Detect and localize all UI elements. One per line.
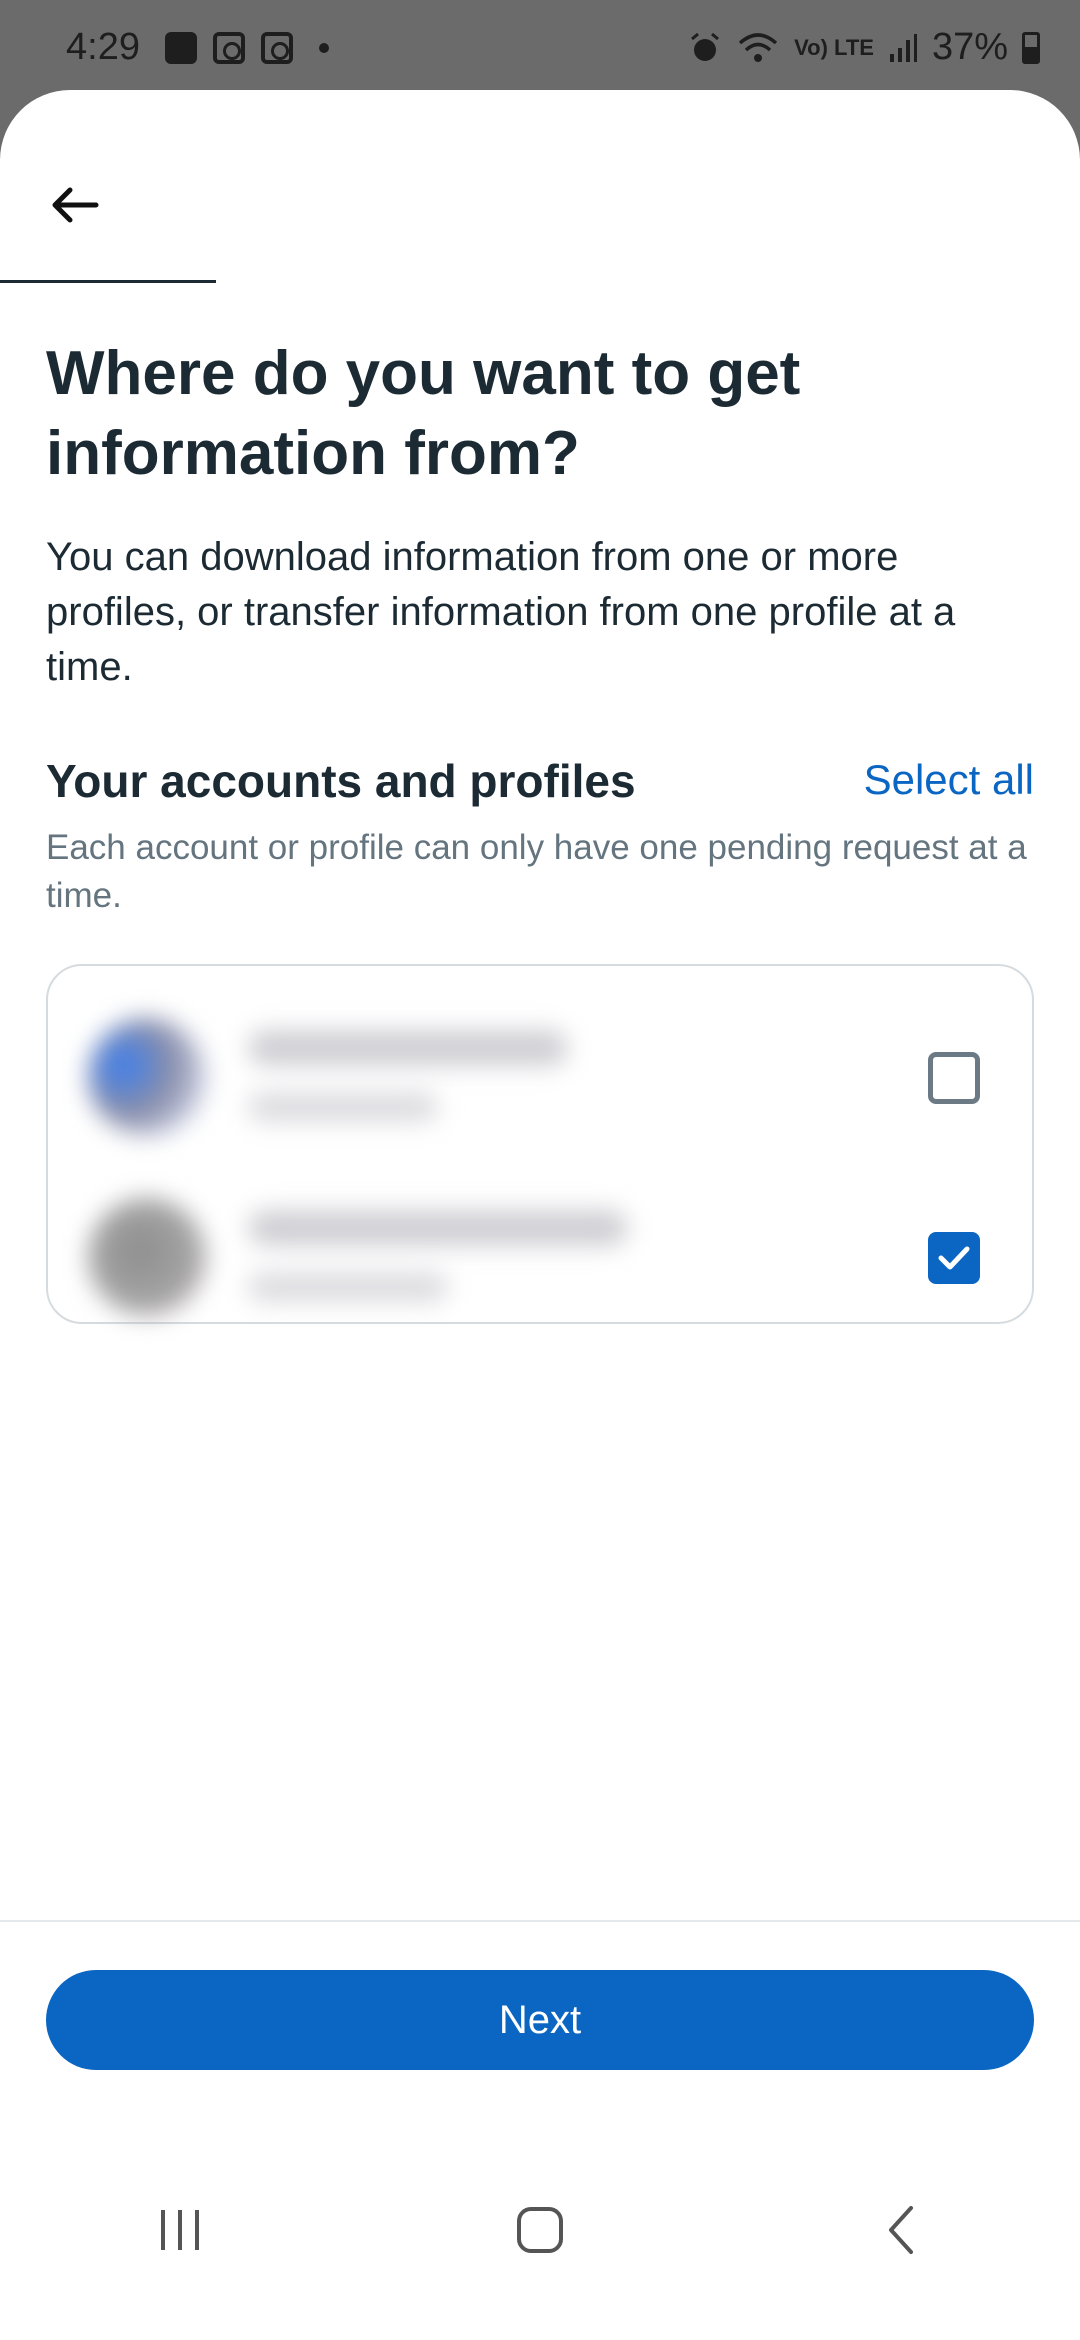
select-all-link[interactable]: Select all — [864, 756, 1034, 804]
account-type-redacted — [248, 1272, 448, 1302]
back-icon — [889, 2206, 913, 2254]
status-bar: 4:29 Vo) LTE 37% — [0, 0, 1080, 100]
page-title: Where do you want to get information fro… — [46, 339, 801, 488]
account-name-redacted — [248, 1210, 628, 1246]
account-row[interactable] — [48, 1160, 1032, 1320]
recents-button[interactable] — [120, 2190, 240, 2270]
system-nav-bar — [0, 2120, 1080, 2340]
footer-divider — [0, 1920, 1080, 1922]
account-row[interactable] — [48, 980, 1032, 1140]
account-type-redacted — [248, 1092, 438, 1122]
avatar — [88, 1198, 206, 1316]
back-button[interactable] — [40, 170, 110, 240]
arrow-left-icon — [52, 187, 99, 223]
system-icons: Vo) LTE 37% — [688, 26, 1040, 69]
wifi-icon — [738, 32, 778, 62]
network-type: Vo) LTE — [794, 34, 874, 60]
account-name-redacted — [248, 1030, 568, 1066]
status-time: 4:29 — [66, 26, 140, 68]
section-title: Your accounts and profiles — [46, 755, 636, 807]
battery-percent: 37% — [931, 26, 1008, 68]
alarm-icon — [691, 32, 720, 61]
account-checkbox-checked[interactable] — [928, 1232, 980, 1284]
home-button[interactable] — [480, 2190, 600, 2270]
gallery-icon — [165, 32, 197, 64]
next-button[interactable]: Next — [46, 1970, 1034, 2070]
home-icon — [517, 2207, 563, 2253]
more-notifications-icon — [319, 43, 329, 53]
accounts-list — [46, 964, 1034, 1324]
system-back-button[interactable] — [840, 2190, 960, 2270]
signal-icon — [889, 33, 917, 62]
recents-icon — [161, 2210, 199, 2250]
notification-icons — [165, 32, 329, 64]
account-checkbox-unchecked[interactable] — [928, 1052, 980, 1104]
progress-indicator — [0, 280, 216, 283]
checkmark-icon — [938, 1246, 970, 1270]
avatar — [88, 1018, 206, 1136]
page-description: You can download information from one or… — [46, 535, 956, 689]
battery-icon — [1022, 31, 1040, 64]
instagram-icon — [261, 32, 293, 64]
section-subtitle: Each account or profile can only have on… — [46, 828, 1027, 915]
instagram-icon — [213, 32, 245, 64]
